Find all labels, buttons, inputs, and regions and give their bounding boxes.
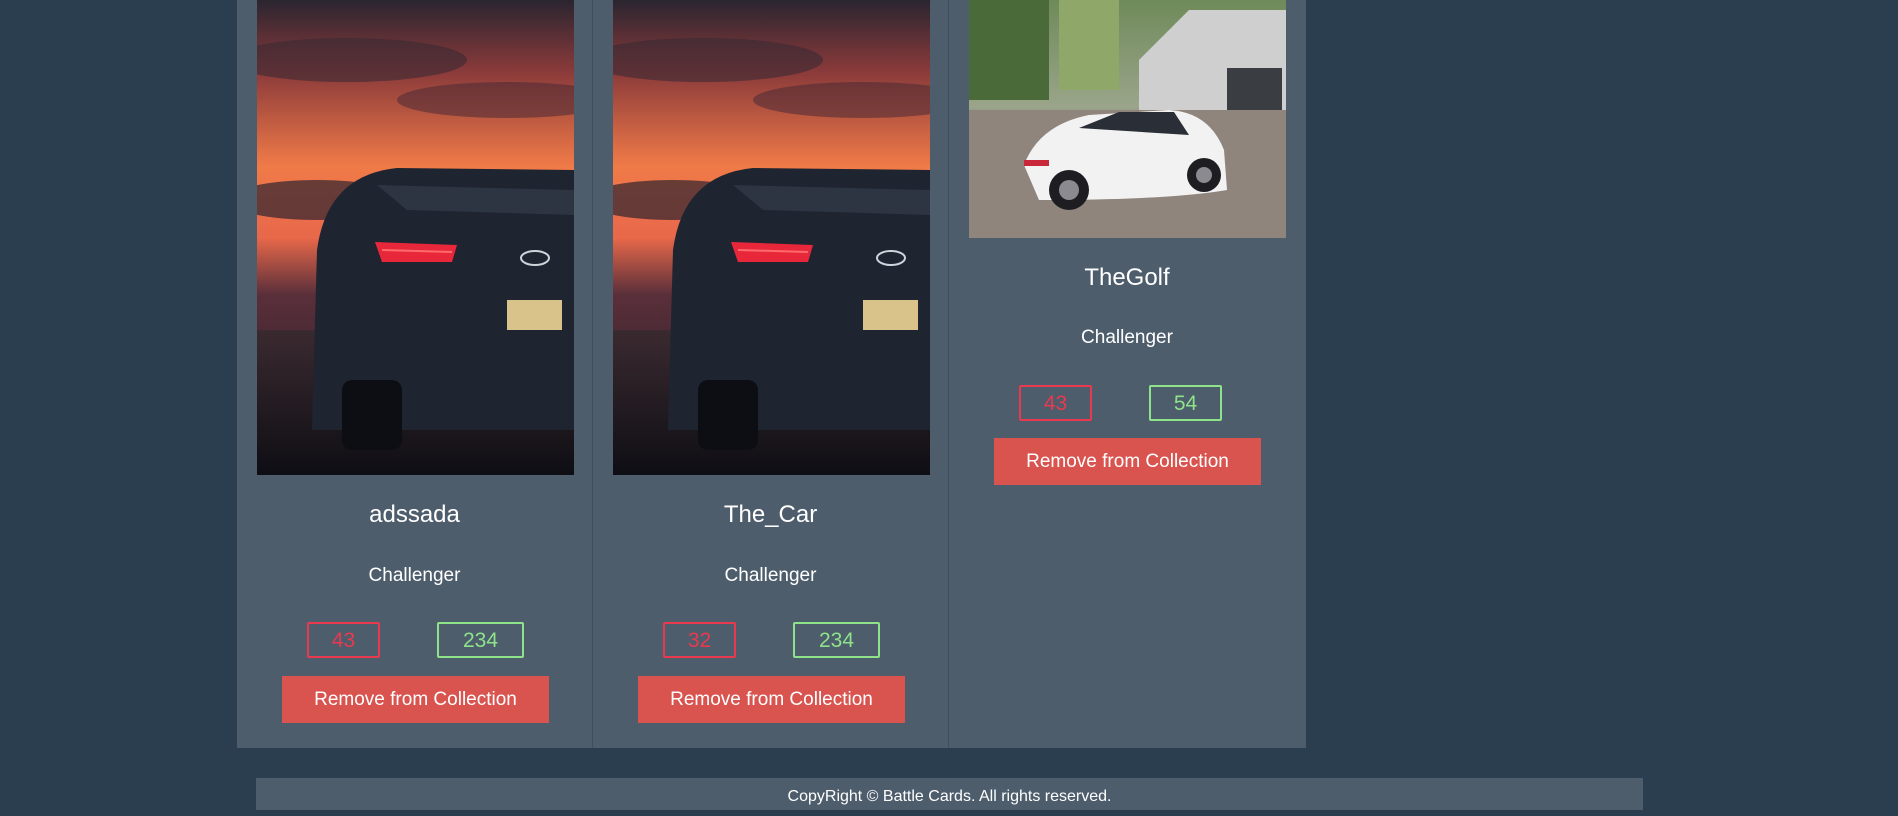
remove-from-collection-button[interactable]: Remove from Collection [638, 676, 905, 723]
attack-stat: 43 [307, 622, 380, 658]
collection-card: TheGolf Challenger 43 54 Remove from Col… [949, 0, 1305, 748]
car-photo [613, 0, 930, 475]
attack-stat: 43 [1019, 385, 1092, 421]
copyright-text: CopyRight © Battle Cards. All rights res… [787, 788, 1112, 805]
card-tier: Challenger [724, 565, 817, 586]
card-name: TheGolf [1084, 264, 1170, 291]
collection-card: adssada Challenger 43 234 Remove from Co… [237, 0, 593, 748]
card-tier: Challenger [1081, 327, 1173, 348]
defense-stat: 54 [1149, 385, 1222, 421]
card-tier: Challenger [368, 565, 461, 586]
defense-stat: 234 [793, 622, 880, 658]
defense-stat: 234 [437, 622, 524, 658]
card-name: The_Car [723, 501, 818, 528]
remove-from-collection-button[interactable]: Remove from Collection [282, 676, 549, 723]
car-photo [969, 0, 1286, 238]
remove-from-collection-button[interactable]: Remove from Collection [994, 438, 1261, 485]
car-photo [257, 0, 574, 475]
card-collection: adssada Challenger 43 234 Remove from Co… [237, 0, 1306, 748]
attack-stat: 32 [663, 622, 736, 658]
collection-card: The_Car Challenger 32 234 Remove from Co… [593, 0, 949, 748]
footer: CopyRight © Battle Cards. All rights res… [256, 778, 1643, 810]
card-name: adssada [369, 501, 460, 528]
